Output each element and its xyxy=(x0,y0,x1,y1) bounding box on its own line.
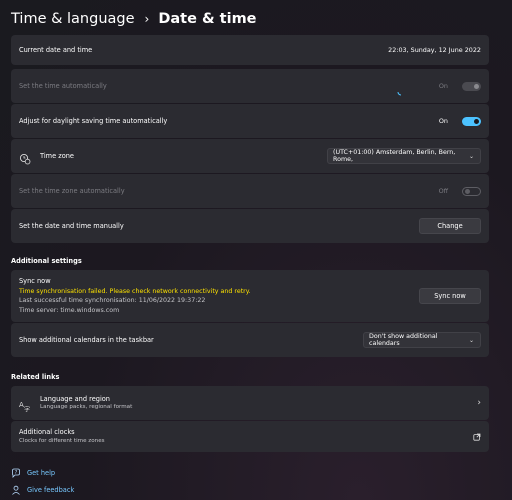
set-zone-auto-row: Set the time zone automatically Off xyxy=(11,174,489,208)
current-date-time-row: Current date and time 22:03, Sunday, 12 … xyxy=(11,35,489,65)
chevron-down-icon: ⌄ xyxy=(468,336,474,344)
svg-text:字: 字 xyxy=(24,406,30,413)
sync-error-text: Time synchronisation failed. Please chec… xyxy=(19,287,251,295)
additional-settings-heading: Additional settings xyxy=(11,257,82,265)
set-time-auto-toggle[interactable] xyxy=(462,81,481,91)
get-help-link[interactable]: ? Get help xyxy=(11,468,55,478)
svg-text:?: ? xyxy=(15,470,18,476)
set-time-auto-label: Set the time automatically xyxy=(19,82,107,90)
time-zone-dropdown[interactable]: (UTC+01:00) Amsterdam, Berlin, Bern, Rom… xyxy=(327,148,481,164)
dst-label: Adjust for daylight saving time automati… xyxy=(19,117,168,125)
breadcrumb: Time & language › Date & time xyxy=(11,9,257,29)
breadcrumb-chevron-icon: › xyxy=(144,12,150,26)
give-feedback-label: Give feedback xyxy=(27,486,75,494)
language-region-title: Language and region xyxy=(40,394,110,403)
dst-state: On xyxy=(438,117,448,125)
language-icon: A 字 xyxy=(19,397,31,414)
chevron-right-icon: › xyxy=(477,398,481,408)
additional-calendars-row: Show additional calendars in the taskbar… xyxy=(11,323,489,357)
additional-clocks-title: Additional clocks xyxy=(19,428,75,436)
additional-calendars-dropdown[interactable]: Don't show additional calendars ⌄ xyxy=(363,332,481,348)
set-zone-auto-label: Set the time zone automatically xyxy=(19,187,125,195)
additional-clocks-subtitle: Clocks for different time zones xyxy=(19,437,105,444)
open-external-icon xyxy=(473,433,481,441)
set-time-auto-state: On xyxy=(438,82,448,90)
language-region-subtitle: Language packs, regional format xyxy=(40,404,133,410)
set-time-auto-row: Set the time automatically On xyxy=(11,69,489,103)
additional-calendars-value: Don't show additional calendars xyxy=(369,333,438,347)
get-help-label: Get help xyxy=(27,469,56,477)
current-date-time-label: Current date and time xyxy=(19,46,93,54)
related-links-heading: Related links xyxy=(11,373,60,381)
additional-clocks-link[interactable]: Additional clocks Clocks for different t… xyxy=(11,421,489,452)
dst-toggle[interactable] xyxy=(462,116,481,126)
language-region-link[interactable]: A 字 Language and region Language packs, … xyxy=(11,386,489,420)
breadcrumb-time-language[interactable]: Time & language xyxy=(11,11,135,27)
feedback-icon xyxy=(11,485,21,495)
current-date-time-value: 22:03, Sunday, 12 June 2022 xyxy=(388,46,481,54)
time-zone-icon xyxy=(19,150,31,165)
sync-now-row: Sync now Time synchronisation failed. Pl… xyxy=(11,270,489,322)
dst-row: Adjust for daylight saving time automati… xyxy=(11,104,489,138)
page-title: Date & time xyxy=(158,11,257,27)
sync-title: Sync now xyxy=(19,277,51,285)
time-zone-value: (UTC+01:00) Amsterdam, Berlin, Bern, Rom… xyxy=(333,149,456,163)
set-zone-auto-state: Off xyxy=(438,187,448,195)
additional-calendars-label: Show additional calendars in the taskbar xyxy=(19,336,154,344)
loading-spinner-icon xyxy=(397,81,405,96)
help-icon: ? xyxy=(11,468,21,478)
time-zone-row: Time zone (UTC+01:00) Amsterdam, Berlin,… xyxy=(11,139,489,173)
change-button[interactable]: Change xyxy=(419,218,481,234)
last-sync-text: Last successful time synchronisation: 11… xyxy=(19,297,206,304)
chevron-down-icon: ⌄ xyxy=(468,152,474,160)
give-feedback-link[interactable]: Give feedback xyxy=(11,485,74,495)
set-manually-row: Set the date and time manually Change xyxy=(11,209,489,243)
sync-now-button[interactable]: Sync now xyxy=(419,288,481,304)
set-zone-auto-toggle[interactable] xyxy=(462,186,481,196)
time-zone-label: Time zone xyxy=(40,152,74,160)
time-server-text: Time server: time.windows.com xyxy=(19,306,120,314)
set-manually-label: Set the date and time manually xyxy=(19,222,124,230)
